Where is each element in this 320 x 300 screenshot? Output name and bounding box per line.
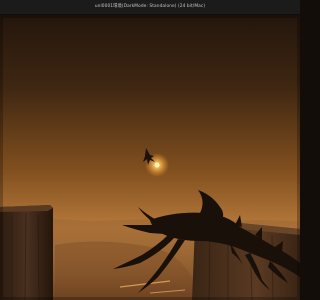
window-title-bar: unl0001環境(DarkMode: Standalone) (24 bit/… [0, 0, 300, 15]
rock-pillar-left [0, 205, 53, 300]
game-viewport[interactable] [0, 15, 300, 300]
window-title: unl0001環境(DarkMode: Standalone) (24 bit/… [94, 4, 206, 9]
sun-core [154, 162, 160, 168]
game-scene [0, 15, 300, 300]
game-window: unl0001環境(DarkMode: Standalone) (24 bit/… [0, 0, 300, 300]
